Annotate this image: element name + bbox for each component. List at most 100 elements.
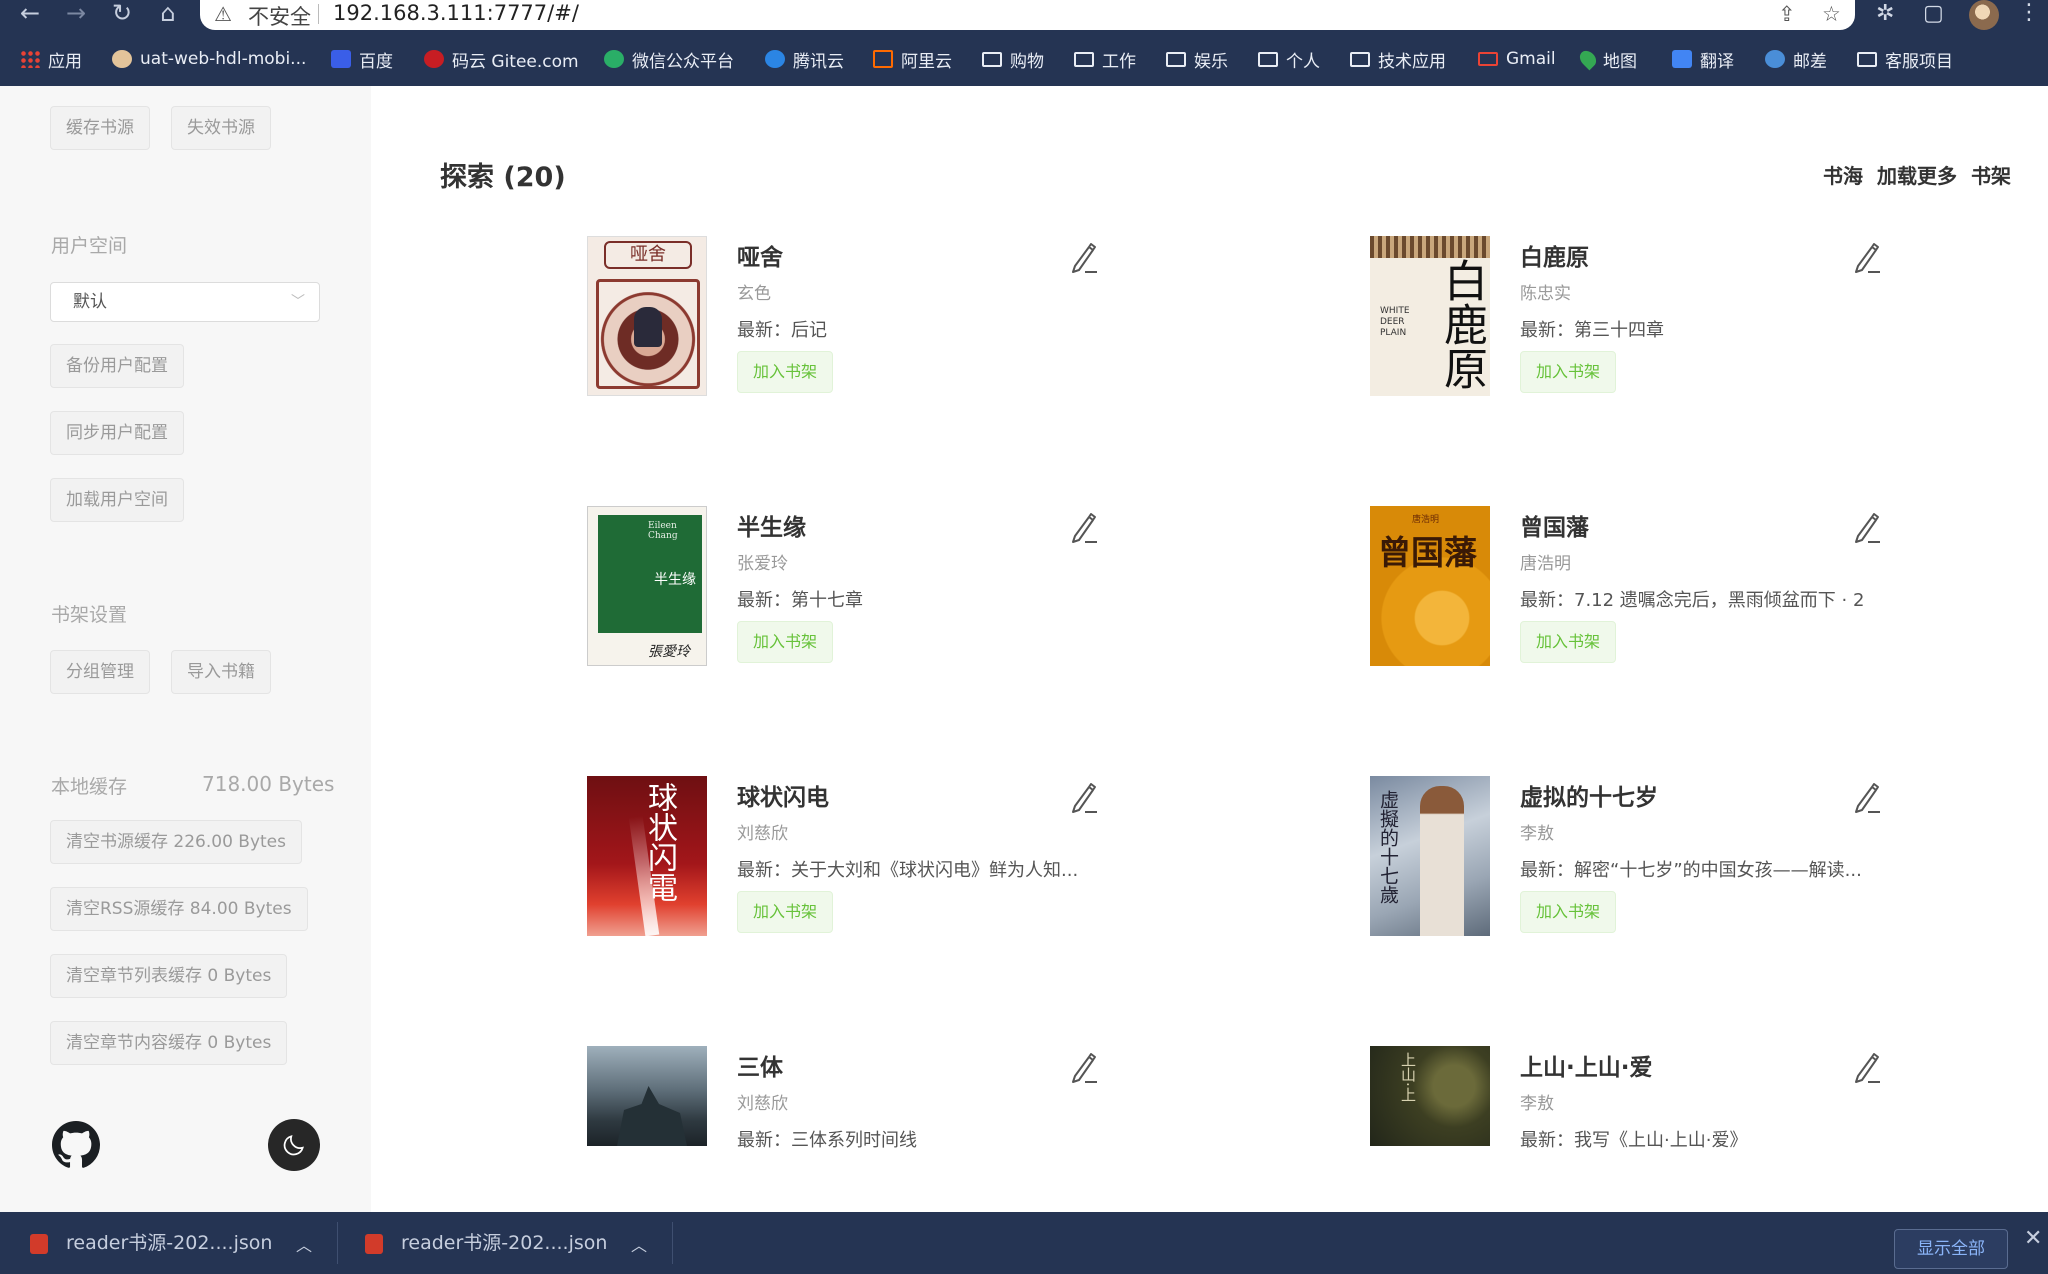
book-sea-link[interactable]: 书海 bbox=[1823, 160, 1863, 189]
bookmark-maps[interactable]: 地图 bbox=[1576, 44, 1637, 74]
book-title[interactable]: 哑舍 bbox=[737, 238, 783, 272]
chevron-up-icon[interactable]: ︿ bbox=[631, 1232, 647, 1256]
edit-pencil-icon[interactable] bbox=[1067, 240, 1099, 274]
add-to-shelf-button[interactable]: 加入书架 bbox=[1520, 891, 1617, 933]
book-card[interactable]: 白鹿原 WHITE DEER PLAIN 白鹿原 陈忠实 最新：第三十四章 加入… bbox=[1370, 236, 2048, 406]
bookmark-folder-shopping[interactable]: 购物 bbox=[982, 44, 1044, 74]
clear-chapter-list-cache-button[interactable]: 清空章节列表缓存 0 Bytes bbox=[50, 954, 288, 998]
add-to-shelf-button[interactable]: 加入书架 bbox=[1520, 351, 1617, 393]
book-card[interactable]: 上山·上 上山·上山·爱 李敖 最新：我写《上山·上山·爱》 bbox=[1370, 1046, 2048, 1216]
clear-rss-cache-button[interactable]: 清空RSS源缓存 84.00 Bytes bbox=[50, 887, 308, 931]
edit-pencil-icon[interactable] bbox=[1850, 510, 1882, 544]
download-item[interactable]: reader书源-202....json bbox=[365, 1212, 607, 1274]
book-card[interactable]: 虚擬的十七歲 虚拟的十七岁 李敖 最新：解密“十七岁”的中国女孩——解读... … bbox=[1370, 776, 2048, 946]
bookmark-label: 技术应用 bbox=[1378, 51, 1446, 72]
book-cover[interactable]: 白鹿原 WHITE DEER PLAIN bbox=[1370, 236, 1490, 396]
bookmark-tencent-cloud[interactable]: 腾讯云 bbox=[765, 44, 844, 74]
address-bar[interactable]: ⚠ 不安全 192.168.3.111:7777/#/ ⇪ ☆ bbox=[200, 0, 1855, 30]
forward-arrow-icon[interactable]: → bbox=[60, 0, 92, 28]
menu-dots-icon[interactable]: ⋮ bbox=[2018, 0, 2040, 25]
url-text[interactable]: 192.168.3.111:7777/#/ bbox=[333, 1, 579, 25]
bookmark-apps[interactable]: 应用 bbox=[20, 44, 82, 74]
book-cover[interactable]: Eileen Chang 半生缘 張愛玲 bbox=[587, 506, 707, 666]
book-cover[interactable]: 哑舍 bbox=[587, 236, 707, 396]
clear-chapter-content-cache-button[interactable]: 清空章节内容缓存 0 Bytes bbox=[50, 1021, 288, 1065]
edit-pencil-icon[interactable] bbox=[1067, 1050, 1099, 1084]
warning-icon: ⚠ bbox=[214, 2, 232, 26]
bookmark-folder-entertainment[interactable]: 娱乐 bbox=[1166, 44, 1228, 74]
user-space-select[interactable]: 默认 ﹀ bbox=[50, 282, 320, 322]
bookmark-gitee[interactable]: 码云 Gitee.com bbox=[424, 44, 579, 74]
book-latest-chapter: 最新：我写《上山·上山·爱》 bbox=[1520, 1130, 1748, 1151]
back-arrow-icon[interactable]: ← bbox=[14, 0, 46, 28]
book-cover[interactable]: 唐浩明 曾国藩 bbox=[1370, 506, 1490, 666]
book-title[interactable]: 半生缘 bbox=[737, 508, 806, 542]
cover-title: 半生缘 bbox=[654, 572, 696, 588]
chevron-up-icon[interactable]: ︿ bbox=[296, 1232, 312, 1256]
clear-source-cache-button[interactable]: 清空书源缓存 226.00 Bytes bbox=[50, 820, 302, 864]
profile-avatar[interactable] bbox=[1969, 0, 1999, 30]
bookmark-folder-work[interactable]: 工作 bbox=[1074, 44, 1136, 74]
reload-icon[interactable]: ↻ bbox=[106, 0, 138, 28]
book-cover[interactable]: 球状闪電 bbox=[587, 776, 707, 936]
chevron-down-icon: ﹀ bbox=[291, 294, 305, 310]
sync-user-config-button[interactable]: 同步用户配置 bbox=[50, 411, 184, 455]
side-panel-icon[interactable]: ▢ bbox=[1923, 1, 1944, 26]
bookmark-wechat[interactable]: 微信公众平台 bbox=[604, 44, 734, 74]
wechat-icon bbox=[604, 50, 624, 68]
book-cover[interactable]: 上山·上 bbox=[1370, 1046, 1490, 1146]
bookmark-translate[interactable]: 翻译 bbox=[1672, 44, 1734, 74]
book-card[interactable]: 球状闪電 球状闪电 刘慈欣 最新：关于大刘和《球状闪电》鲜为人知... 加入书架 bbox=[587, 776, 1287, 946]
close-icon[interactable]: ✕ bbox=[2024, 1226, 2042, 1251]
edit-pencil-icon[interactable] bbox=[1850, 1050, 1882, 1084]
bookmark-baidu[interactable]: 百度 bbox=[331, 44, 393, 74]
star-icon[interactable]: ☆ bbox=[1822, 2, 1841, 26]
import-books-button[interactable]: 导入书籍 bbox=[171, 650, 271, 694]
book-title[interactable]: 三体 bbox=[737, 1048, 783, 1082]
book-card[interactable]: Eileen Chang 半生缘 張愛玲 半生缘 张爱玲 最新：第十七章 加入书… bbox=[587, 506, 1287, 676]
show-all-downloads-button[interactable]: 显示全部 bbox=[1894, 1229, 2008, 1269]
book-title[interactable]: 白鹿原 bbox=[1520, 238, 1589, 272]
bookmark-folder-service[interactable]: 客服项目 bbox=[1857, 44, 1953, 74]
bookmark-gmail[interactable]: Gmail bbox=[1478, 44, 1556, 74]
add-to-shelf-button[interactable]: 加入书架 bbox=[737, 351, 834, 393]
json-file-icon bbox=[30, 1233, 48, 1254]
dark-mode-toggle[interactable] bbox=[268, 1119, 320, 1171]
book-cover[interactable] bbox=[587, 1046, 707, 1146]
bookmark-label: 微信公众平台 bbox=[632, 51, 734, 72]
download-item[interactable]: reader书源-202....json bbox=[30, 1212, 272, 1274]
edit-pencil-icon[interactable] bbox=[1850, 780, 1882, 814]
home-icon[interactable]: ⌂ bbox=[152, 0, 184, 28]
edit-pencil-icon[interactable] bbox=[1067, 510, 1099, 544]
add-to-shelf-button[interactable]: 加入书架 bbox=[737, 891, 834, 933]
group-management-button[interactable]: 分组管理 bbox=[50, 650, 150, 694]
book-card[interactable]: 哑舍 哑舍 玄色 最新：后记 加入书架 bbox=[587, 236, 1287, 406]
bookmark-label: 阿里云 bbox=[901, 51, 952, 72]
bookmark-folder-personal[interactable]: 个人 bbox=[1258, 44, 1320, 74]
book-cover[interactable]: 虚擬的十七歲 bbox=[1370, 776, 1490, 936]
bookmark-postman[interactable]: 邮差 bbox=[1765, 44, 1827, 74]
github-icon[interactable] bbox=[52, 1121, 100, 1169]
load-user-space-button[interactable]: 加载用户空间 bbox=[50, 478, 184, 522]
book-title[interactable]: 球状闪电 bbox=[737, 778, 829, 812]
book-card[interactable]: 唐浩明 曾国藩 曾国藩 唐浩明 最新：7.12 遗嘱念完后，黑雨倾盆而下 · 2… bbox=[1370, 506, 2048, 676]
add-to-shelf-button[interactable]: 加入书架 bbox=[737, 621, 834, 663]
cache-sources-button[interactable]: 缓存书源 bbox=[50, 106, 150, 150]
url-divider bbox=[318, 4, 319, 24]
bookshelf-link[interactable]: 书架 bbox=[1971, 160, 2011, 189]
edit-pencil-icon[interactable] bbox=[1067, 780, 1099, 814]
extensions-puzzle-icon[interactable]: ✲ bbox=[1876, 1, 1894, 26]
book-title[interactable]: 虚拟的十七岁 bbox=[1520, 778, 1658, 812]
add-to-shelf-button[interactable]: 加入书架 bbox=[1520, 621, 1617, 663]
book-card[interactable]: 三体 刘慈欣 最新：三体系列时间线 bbox=[587, 1046, 1287, 1216]
book-title[interactable]: 上山·上山·爱 bbox=[1520, 1048, 1652, 1082]
bookmark-folder-tech[interactable]: 技术应用 bbox=[1350, 44, 1446, 74]
bookmark-uat-web[interactable]: uat-web-hdl-mobi... bbox=[112, 44, 306, 74]
bookmark-aliyun[interactable]: 阿里云 bbox=[873, 44, 952, 74]
edit-pencil-icon[interactable] bbox=[1850, 240, 1882, 274]
book-title[interactable]: 曾国藩 bbox=[1520, 508, 1589, 542]
backup-user-config-button[interactable]: 备份用户配置 bbox=[50, 344, 184, 388]
load-more-link[interactable]: 加载更多 bbox=[1877, 160, 1957, 189]
share-icon[interactable]: ⇪ bbox=[1778, 2, 1796, 26]
invalid-sources-button[interactable]: 失效书源 bbox=[171, 106, 271, 150]
